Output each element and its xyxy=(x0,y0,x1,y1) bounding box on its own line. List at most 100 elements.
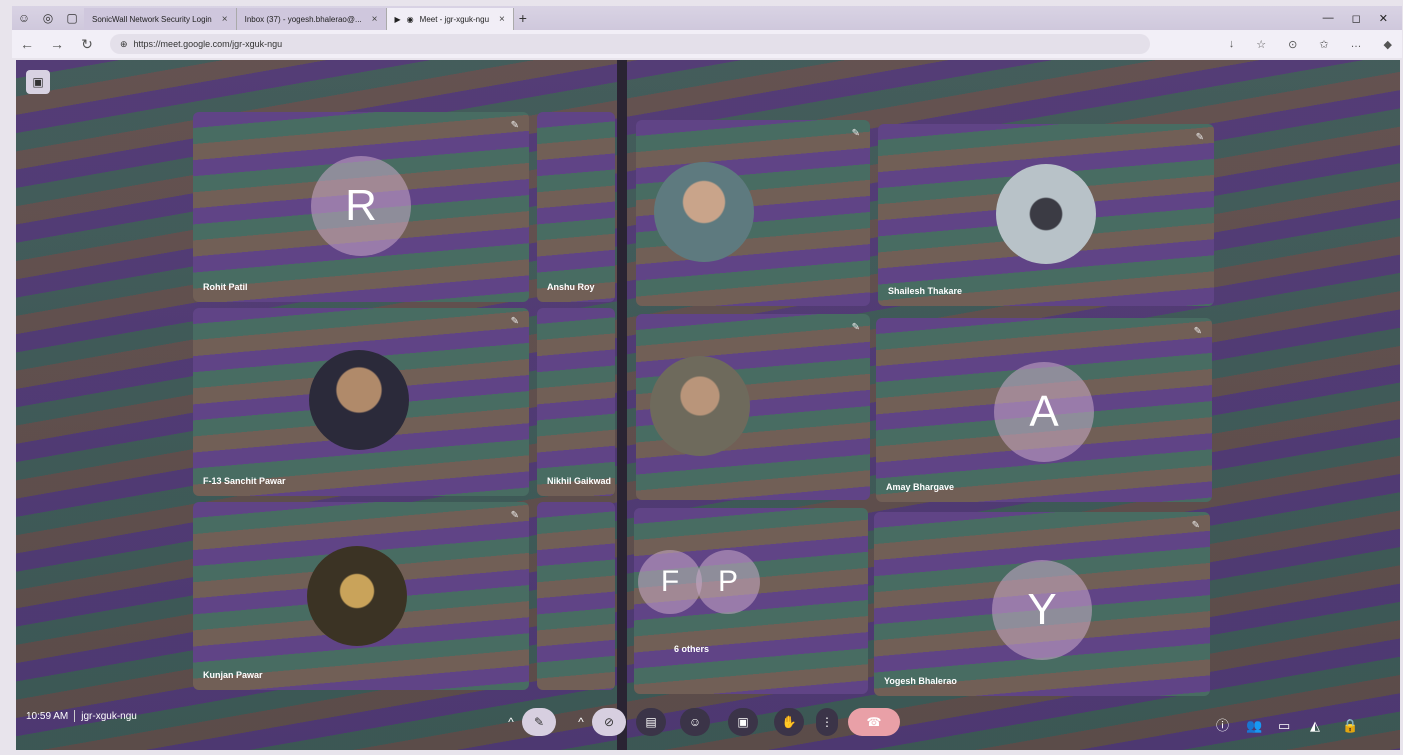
mic-off-icon: ✎ xyxy=(533,715,545,729)
url-input[interactable]: ⊕ https://meet.google.com/jgr-xguk-ngu xyxy=(110,34,1150,54)
mic-off-icon: ✎ xyxy=(1191,520,1200,531)
activities-icon[interactable]: ◭ xyxy=(1310,718,1320,734)
others-tile[interactable]: F P 6 others xyxy=(634,508,868,694)
participant-name: Yogesh Bhalerao xyxy=(884,676,957,686)
more-vert-icon: ⋮ xyxy=(821,715,833,729)
participant-name: Nikhil Gaikwad xyxy=(547,476,612,486)
mic-off-icon: ✎ xyxy=(510,510,519,521)
tab-inbox[interactable]: Inbox (37) - yogesh.bhalerao@... × xyxy=(236,8,387,30)
participant-name: F-13 Sanchit Pawar xyxy=(203,476,286,486)
emoji-icon: ☺ xyxy=(688,715,702,729)
host-controls-icon[interactable]: 🔒 xyxy=(1342,718,1358,734)
meeting-info: 10:59 AM jgr-xguk-ngu xyxy=(26,710,137,722)
forward-button[interactable]: → xyxy=(42,36,72,52)
participant-tile[interactable]: Nikhil Gaikwad xyxy=(537,308,615,496)
leave-call-button[interactable]: ☎ xyxy=(848,708,900,736)
meeting-stage: ▣ ✎ R Rohit Patil Anshu Roy ✎ F-13 Sanch… xyxy=(16,60,1400,750)
tab-label: Inbox (37) - yogesh.bhalerao@... xyxy=(244,14,362,24)
tab-actions-icon[interactable]: ▢ xyxy=(60,6,84,30)
participant-tile[interactable] xyxy=(537,502,615,690)
participant-tile[interactable]: ✎ xyxy=(636,120,870,306)
favorites-icon[interactable]: ✩ xyxy=(1319,38,1328,51)
participant-tile[interactable]: ✎ Kunjan Pawar xyxy=(193,502,529,690)
avatar: R xyxy=(311,156,411,256)
more-options-button[interactable]: ⋮ xyxy=(816,708,838,736)
participant-tile[interactable]: Anshu Roy xyxy=(537,112,615,302)
present-icon: ▣ xyxy=(737,715,749,729)
hand-icon: ✋ xyxy=(781,715,797,729)
hang-up-icon: ☎ xyxy=(866,715,882,729)
participant-name: Anshu Roy xyxy=(547,282,595,292)
companion-mode-icon[interactable]: ▣ xyxy=(26,70,50,94)
captions-button[interactable]: ▤ xyxy=(636,708,666,736)
clock-time: 10:59 AM xyxy=(26,710,69,722)
participant-tile[interactable]: ✎ Shailesh Thakare xyxy=(878,124,1214,306)
reload-button[interactable]: ↻ xyxy=(72,36,102,53)
participant-tile[interactable]: ✎ A Amay Bhargave xyxy=(876,318,1212,502)
tab-meet[interactable]: ▶ ◉ Meet - jgr-xguk-ngu × xyxy=(386,8,514,30)
camera-off-icon: ⊘ xyxy=(603,715,615,729)
restore-icon[interactable]: ◻ xyxy=(1352,12,1361,25)
mic-off-icon: ✎ xyxy=(510,316,519,327)
participant-name: Kunjan Pawar xyxy=(203,670,263,680)
others-count: 6 others xyxy=(674,644,710,654)
download-icon[interactable]: ↓ xyxy=(1229,38,1235,51)
avatar: P xyxy=(696,550,760,614)
avatar: F xyxy=(638,550,702,614)
participant-name: Amay Bhargave xyxy=(886,482,955,492)
camera-icon: ▶ xyxy=(394,14,401,24)
profile-icon[interactable]: ☺ xyxy=(12,6,36,30)
minimize-icon[interactable]: — xyxy=(1323,12,1334,24)
camera-toggle-button[interactable]: ⊘ xyxy=(592,708,626,736)
menu-icon[interactable]: … xyxy=(1351,38,1362,51)
participant-photo xyxy=(654,162,754,262)
participant-photo xyxy=(309,350,409,450)
close-icon[interactable]: × xyxy=(372,14,378,25)
participant-tile[interactable]: ✎ F-13 Sanchit Pawar xyxy=(193,308,529,496)
raise-hand-button[interactable]: ✋ xyxy=(774,708,804,736)
star-icon[interactable]: ☆ xyxy=(1256,38,1266,51)
participant-tile[interactable]: ✎ Y Yogesh Bhalerao xyxy=(874,512,1210,696)
people-icon[interactable]: 👥 xyxy=(1246,718,1262,734)
video-options-button[interactable]: ^ xyxy=(572,708,590,736)
participant-photo xyxy=(307,546,407,646)
separator xyxy=(74,710,76,722)
record-icon: ◉ xyxy=(406,14,414,24)
tab-sonicwall[interactable]: SonicWall Network Security Login × xyxy=(84,8,237,30)
participant-photo xyxy=(996,164,1096,264)
mic-off-icon: ✎ xyxy=(851,128,860,139)
meeting-code: jgr-xguk-ngu xyxy=(81,710,137,722)
avatar: Y xyxy=(992,560,1092,660)
url-text: https://meet.google.com/jgr-xguk-ngu xyxy=(133,39,283,49)
mic-off-icon: ✎ xyxy=(1195,132,1204,143)
site-info-icon[interactable]: ⊕ xyxy=(120,39,128,50)
new-tab-button[interactable]: + xyxy=(514,10,532,26)
mic-off-icon: ✎ xyxy=(510,120,519,131)
back-button[interactable]: ← xyxy=(12,36,42,52)
copilot-icon[interactable]: ◆ xyxy=(1384,38,1392,51)
mic-off-icon: ✎ xyxy=(1193,326,1202,337)
chat-icon[interactable]: ▭ xyxy=(1278,718,1290,734)
close-icon[interactable]: × xyxy=(222,14,228,25)
extensions-icon[interactable]: ◎ xyxy=(36,6,60,30)
tab-label: Meet - jgr-xguk-ngu xyxy=(419,14,490,24)
window-close-icon[interactable]: ✕ xyxy=(1379,12,1388,25)
avatar: A xyxy=(994,362,1094,462)
screen-divider xyxy=(617,60,627,750)
meeting-details-icon[interactable]: ⓘ xyxy=(1216,715,1229,734)
reactions-button[interactable]: ☺ xyxy=(680,708,710,736)
tab-label: SonicWall Network Security Login xyxy=(92,14,212,24)
participant-name: Shailesh Thakare xyxy=(888,286,963,296)
captions-icon: ▤ xyxy=(645,715,657,729)
participant-tile[interactable]: ✎ R Rohit Patil xyxy=(193,112,529,302)
present-button[interactable]: ▣ xyxy=(728,708,758,736)
mic-toggle-button[interactable]: ✎ xyxy=(522,708,556,736)
audio-options-button[interactable]: ^ xyxy=(502,708,520,736)
participant-tile[interactable]: ✎ xyxy=(636,314,870,500)
participant-photo xyxy=(650,356,750,456)
mic-off-icon: ✎ xyxy=(851,322,860,333)
address-bar: ← → ↻ ⊕ https://meet.google.com/jgr-xguk… xyxy=(12,30,1402,58)
close-icon[interactable]: × xyxy=(499,14,505,25)
tab-bar: ☺ ◎ ▢ SonicWall Network Security Login ×… xyxy=(12,6,1402,30)
extension-icon[interactable]: ⊙ xyxy=(1288,38,1297,51)
